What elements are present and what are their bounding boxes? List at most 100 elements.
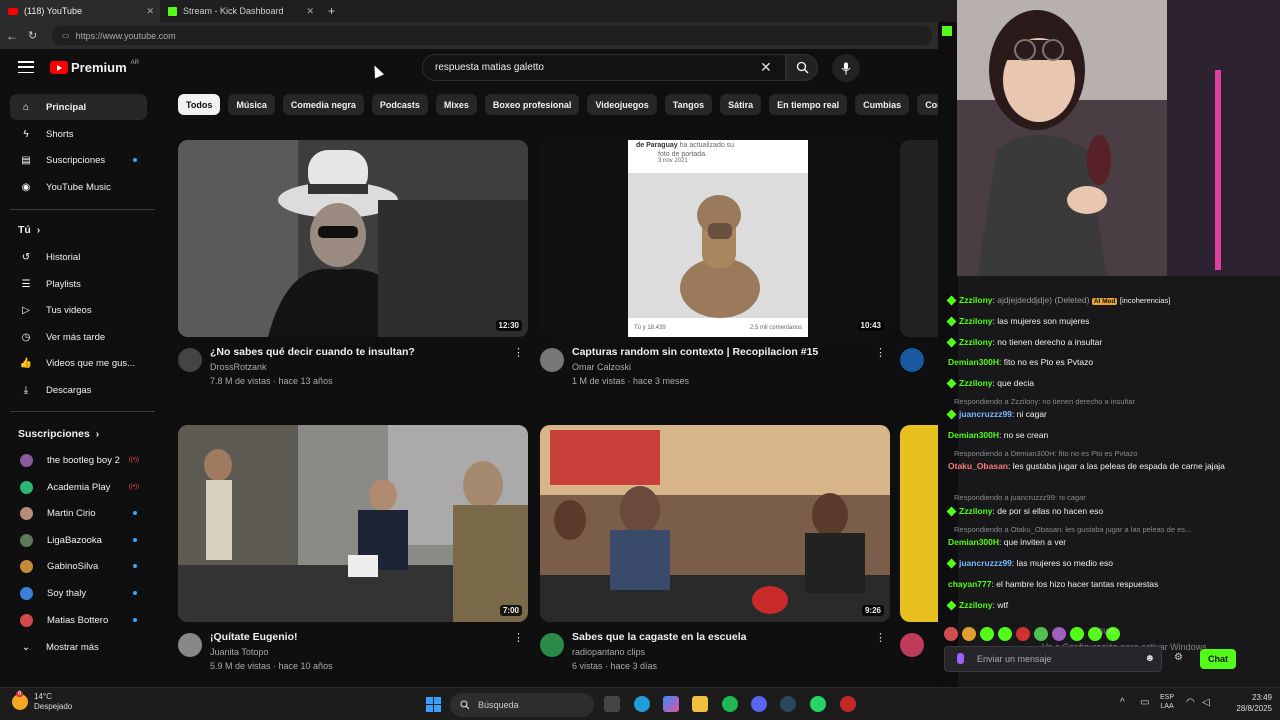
video-title[interactable]: ¡Quítate Eugenio! (210, 631, 510, 643)
edge-icon[interactable] (634, 696, 650, 712)
more-options-icon[interactable]: ⋮ (513, 346, 524, 359)
video-title[interactable]: Sabes que la cagaste en la escuela (572, 631, 872, 643)
copilot-icon[interactable] (663, 696, 679, 712)
sidebar-show-more[interactable]: ⌄ Mostrar más (10, 634, 147, 660)
chat-send-button[interactable]: Chat (1200, 649, 1236, 669)
emote-icon[interactable] (944, 627, 958, 641)
channel-name[interactable]: DrossRotzank (210, 362, 267, 372)
sidebar-item-playlists[interactable]: ☰ Playlists (10, 271, 147, 297)
whatsapp-icon[interactable] (810, 696, 826, 712)
sidebar-sub-martin-cirio[interactable]: Martin Cirio (10, 500, 147, 526)
chat-message[interactable]: Zzzilony: las mujeres son mujeres (946, 316, 1238, 327)
chat-message[interactable]: Zzzilony: ajdjejdeddjdje) (Deleted) AI M… (946, 295, 1238, 306)
app-icon[interactable] (840, 696, 856, 712)
emote-icon[interactable] (962, 627, 976, 641)
video-card[interactable]: 9:26 Sabes que la cagaste en la escuela … (540, 425, 890, 675)
channel-name[interactable]: Omar Calzoski (572, 362, 631, 372)
chip-videojuegos[interactable]: Videojuegos (587, 94, 657, 115)
sidebar-sub-academia-play[interactable]: Academia Play ((•)) (10, 474, 147, 500)
channel-avatar[interactable] (178, 348, 202, 372)
chip-todos[interactable]: Todos (178, 94, 221, 115)
chat-username[interactable]: Zzzilony (959, 378, 993, 388)
emote-icon[interactable] (998, 627, 1012, 641)
sidebar-item-descargas[interactable]: ⤓ Descargas (10, 377, 147, 403)
volume-icon[interactable]: ◁ (1202, 697, 1210, 708)
sidebar-item-shorts[interactable]: ϟ Shorts (10, 121, 147, 147)
youtube-logo[interactable]: Premium AR (50, 60, 139, 75)
network-icon[interactable]: ▭ (1140, 697, 1149, 708)
sidebar-item-principal[interactable]: ⌂ Principal (10, 94, 147, 120)
video-thumbnail[interactable]: 7:00 (178, 425, 528, 622)
clock[interactable]: 23:49 28/8/2025 (1236, 693, 1272, 715)
sidebar-item-suscripciones[interactable]: ▤ Suscripciones (10, 147, 147, 173)
channel-avatar[interactable] (540, 348, 564, 372)
site-info-icon[interactable]: ▭ (62, 31, 70, 40)
sidebar-item-youtube-music[interactable]: ◉ YouTube Music (10, 174, 147, 200)
tab-kick[interactable]: Stream - Kick Dashboard ✕ (160, 0, 320, 22)
gear-icon[interactable]: ⚙ (1174, 652, 1183, 663)
sidebar-item-historial[interactable]: ↺ Historial (10, 244, 147, 270)
chat-username[interactable]: Demian300H (948, 357, 999, 367)
chat-message[interactable]: Demian300H: fito no es Pto es Pvtazo (948, 357, 1238, 368)
weather-widget[interactable]: 6 14°C Despejado (12, 691, 72, 713)
chat-message[interactable]: Demian300H: no se crean (948, 430, 1238, 441)
back-icon[interactable]: ← (6, 29, 18, 43)
emoji-icon[interactable]: ☻ (1144, 653, 1155, 664)
more-options-icon[interactable]: ⋮ (513, 631, 524, 644)
steam-icon[interactable] (780, 696, 796, 712)
chat-username[interactable]: Zzzilony (959, 506, 993, 516)
chip-boxeo-profesional[interactable]: Boxeo profesional (484, 94, 580, 115)
channel-avatar[interactable] (900, 348, 924, 372)
video-card[interactable]: de Paraguay ha actualizado su foto de po… (540, 140, 890, 390)
search-input[interactable]: respuesta matias galetto (422, 54, 786, 81)
chat-message[interactable]: juancruzzz99: las mujeres so medio eso (946, 558, 1238, 569)
channel-avatar[interactable] (540, 633, 564, 657)
language-indicator[interactable]: ESP LAA (1160, 693, 1174, 712)
chat-username[interactable]: juancruzzz99 (959, 409, 1012, 419)
wifi-icon[interactable]: ◠ (1186, 697, 1195, 708)
reload-icon[interactable]: ↻ (28, 29, 37, 42)
chat-message[interactable]: Otaku_Obasan: les gustaba jugar a las pe… (948, 461, 1238, 472)
channel-avatar[interactable] (178, 633, 202, 657)
task-view-icon[interactable] (604, 696, 620, 712)
file-explorer-icon[interactable] (692, 696, 708, 712)
chat-username[interactable]: juancruzzz99 (959, 558, 1012, 568)
video-thumbnail[interactable]: de Paraguay ha actualizado su foto de po… (540, 140, 890, 337)
sidebar-item-tus-videos[interactable]: ▷ Tus videos (10, 297, 147, 323)
chat-username[interactable]: Zzzilony (959, 295, 993, 305)
voice-search-button[interactable] (832, 54, 860, 82)
chat-message[interactable]: Zzzilony: wtf (946, 600, 1238, 611)
windows-start-icon[interactable] (426, 697, 441, 712)
tab-youtube[interactable]: (118) YouTube ✕ (0, 0, 160, 22)
channel-avatar[interactable] (900, 633, 924, 657)
channel-name[interactable]: radiopantano clips (572, 647, 645, 657)
chat-message[interactable]: Zzzilony: no tienen derecho a insultar (946, 337, 1238, 348)
video-thumbnail[interactable]: 12:30 (178, 140, 528, 337)
chip-mixes[interactable]: Mixes (435, 94, 477, 115)
video-card[interactable]: 12:30 ¿No sabes qué decir cuando te insu… (178, 140, 528, 390)
chip-satira[interactable]: Sátira (720, 94, 762, 115)
sidebar-heading-tu[interactable]: Tú › (18, 224, 40, 236)
chat-input[interactable]: Enviar un mensaje ☻ (944, 646, 1162, 672)
chat-message[interactable]: Zzzilony: que decia (946, 378, 1238, 389)
emote-icon[interactable] (1052, 627, 1066, 641)
sidebar-heading-suscripciones[interactable]: Suscripciones › (18, 428, 99, 440)
chevron-up-icon[interactable]: ^ (1120, 697, 1125, 708)
taskbar-search[interactable]: Búsqueda (450, 693, 594, 717)
new-tab-icon[interactable]: + (328, 4, 335, 18)
video-title[interactable]: Capturas random sin contexto | Recopilac… (572, 346, 872, 358)
chat-username[interactable]: Zzzilony (959, 316, 993, 326)
sidebar-item-ver-mas-tarde[interactable]: ◷ Ver más tarde (10, 324, 147, 350)
more-options-icon[interactable]: ⋮ (875, 631, 886, 644)
chip-musica[interactable]: Música (228, 94, 275, 115)
more-options-icon[interactable]: ⋮ (875, 346, 886, 359)
spotify-icon[interactable] (722, 696, 738, 712)
url-input[interactable]: ▭ https://www.youtube.com (52, 26, 932, 45)
chat-message[interactable]: Zzzilony: de por si ellas no hacen eso (946, 506, 1238, 517)
sidebar-sub-matias-bottero[interactable]: Matias Bottero (10, 607, 147, 633)
sidebar-sub-gabinosilva[interactable]: GabinoSilva (10, 553, 147, 579)
chat-username[interactable]: Zzzilony (959, 600, 993, 610)
chat-username[interactable]: Otaku_Obasan (948, 461, 1008, 471)
video-card[interactable]: 7:00 ¡Quítate Eugenio! Juanita Totopo 5.… (178, 425, 528, 675)
emote-icon[interactable] (1016, 627, 1030, 641)
